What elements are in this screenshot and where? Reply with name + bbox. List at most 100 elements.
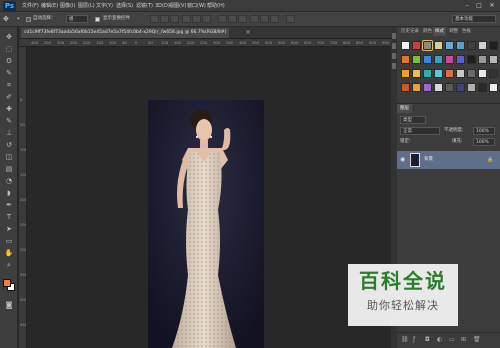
close-document-icon[interactable]: × <box>244 28 252 38</box>
distribute-left-button[interactable] <box>250 15 259 23</box>
style-swatch[interactable] <box>456 55 465 64</box>
swatch-panel-tab[interactable]: 色板 <box>460 27 473 36</box>
group-icon[interactable]: ▭ <box>449 336 455 343</box>
dodge-tool-icon[interactable]: ◗ <box>3 189 15 198</box>
shape-tool-icon[interactable]: ▭ <box>3 237 15 246</box>
style-swatch[interactable] <box>401 69 410 78</box>
adjustment-icon[interactable]: ◐ <box>437 336 442 343</box>
style-swatch[interactable] <box>412 41 421 50</box>
quick-mask-icon[interactable]: ◙ <box>3 301 15 310</box>
gradient-tool-icon[interactable]: ▤ <box>3 165 15 174</box>
auto-select-checkbox[interactable] <box>26 17 31 22</box>
move-tool-icon[interactable]: ✥ <box>3 33 15 42</box>
style-swatch[interactable] <box>434 41 443 50</box>
close-window-button[interactable]: ✕ <box>487 1 497 10</box>
style-swatch[interactable] <box>445 41 454 50</box>
blur-tool-icon[interactable]: ◔ <box>3 177 15 186</box>
lasso-tool-icon[interactable]: ʘ <box>3 57 15 66</box>
crop-tool-icon[interactable]: ⌗ <box>3 81 15 90</box>
align-vcenter-button[interactable] <box>160 15 169 23</box>
menu-item[interactable]: 选择(S) <box>116 1 133 11</box>
brush-tool-icon[interactable]: ✎ <box>3 117 15 126</box>
swatch-panel-tab[interactable]: 历史记录 <box>399 27 421 36</box>
menu-item[interactable]: 帮助(H) <box>207 1 225 11</box>
menu-item[interactable]: 文件(F) <box>22 1 39 11</box>
opacity-field[interactable]: 100% <box>473 127 495 135</box>
distribute-bottom-button[interactable] <box>238 15 247 23</box>
brush-icon[interactable] <box>392 53 396 59</box>
history-icon[interactable] <box>392 33 396 39</box>
style-swatch[interactable] <box>489 41 498 50</box>
style-swatch[interactable] <box>478 69 487 78</box>
menu-item[interactable]: 视图(V) <box>169 1 186 11</box>
style-swatch[interactable] <box>423 55 432 64</box>
style-swatch[interactable] <box>434 83 443 92</box>
workspace-dropdown[interactable]: 基本功能 <box>452 15 496 23</box>
fx-icon[interactable]: ƒ <box>413 336 415 343</box>
auto-select-dropdown[interactable]: 组 <box>66 15 88 23</box>
layer-kind-filter[interactable]: 类型 <box>400 116 426 124</box>
swatch-panel-tab[interactable]: 调整 <box>447 27 460 36</box>
auto-align-layers-button[interactable] <box>286 15 295 23</box>
style-swatch[interactable] <box>478 83 487 92</box>
style-swatch[interactable] <box>467 83 476 92</box>
hand-tool-icon[interactable]: ✋ <box>3 249 15 258</box>
layer-row[interactable]: ◉ 背景 🔒 <box>397 151 500 169</box>
style-swatch[interactable] <box>478 41 487 50</box>
style-swatch[interactable] <box>478 55 487 64</box>
tool-preset-dropdown-icon[interactable]: ▾ <box>17 14 20 24</box>
style-swatch[interactable] <box>489 69 498 78</box>
move-tool-icon[interactable]: ✥ <box>3 15 13 24</box>
align-left-button[interactable] <box>182 15 191 23</box>
minimize-button[interactable]: – <box>462 1 472 10</box>
eraser-tool-icon[interactable]: ◫ <box>3 153 15 162</box>
style-swatch[interactable] <box>445 69 454 78</box>
menu-item[interactable]: 3D(D) <box>155 1 170 11</box>
menu-item[interactable]: 窗口(W) <box>187 1 206 11</box>
new-layer-icon[interactable]: ⊞ <box>461 336 466 343</box>
maximize-button[interactable]: □ <box>474 1 484 10</box>
mask-icon[interactable]: ◘ <box>425 336 430 343</box>
menu-item[interactable]: 文字(Y) <box>96 1 113 11</box>
quick-select-tool-icon[interactable]: ✎ <box>3 69 15 78</box>
align-bottom-button[interactable] <box>170 15 179 23</box>
style-swatch[interactable] <box>456 41 465 50</box>
style-swatch[interactable] <box>401 55 410 64</box>
blend-mode-dropdown[interactable]: 正常 <box>400 127 440 135</box>
style-swatch[interactable] <box>456 69 465 78</box>
layer-name[interactable]: 背景 <box>424 151 433 169</box>
eye-icon[interactable]: ◉ <box>400 151 405 169</box>
style-swatch[interactable] <box>423 83 432 92</box>
zoom-tool-icon[interactable]: ⌕ <box>3 261 15 270</box>
fill-field[interactable]: 100% <box>473 138 495 146</box>
style-swatch[interactable] <box>412 55 421 64</box>
eyedropper-tool-icon[interactable]: ✐ <box>3 93 15 102</box>
align-top-button[interactable] <box>150 15 159 23</box>
info-icon[interactable] <box>392 63 396 69</box>
style-swatch[interactable] <box>412 83 421 92</box>
style-swatch[interactable] <box>489 83 498 92</box>
style-swatch[interactable] <box>445 83 454 92</box>
style-swatch[interactable] <box>467 55 476 64</box>
style-swatch[interactable] <box>434 69 443 78</box>
type-tool-icon[interactable]: T <box>3 213 15 222</box>
style-swatch[interactable] <box>467 69 476 78</box>
pen-tool-icon[interactable]: ✒ <box>3 201 15 210</box>
distribute-top-button[interactable] <box>218 15 227 23</box>
style-swatch[interactable] <box>423 69 432 78</box>
swatch-panel-tab[interactable]: 样式 <box>433 27 446 36</box>
style-swatch[interactable] <box>467 41 476 50</box>
style-swatch[interactable] <box>456 83 465 92</box>
style-swatch[interactable] <box>401 83 410 92</box>
show-transform-checkbox[interactable] <box>95 17 100 22</box>
style-swatch[interactable] <box>422 40 433 51</box>
color-icon[interactable] <box>392 43 396 49</box>
marquee-tool-icon[interactable]: ⬚ <box>3 45 15 54</box>
style-swatch[interactable] <box>489 55 498 64</box>
menu-item[interactable]: 图像(I) <box>60 1 75 11</box>
distribute-right-button[interactable] <box>270 15 279 23</box>
link-layers-icon[interactable]: ⛓ <box>401 336 409 343</box>
menu-item[interactable]: 滤镜(T) <box>136 1 153 11</box>
path-select-tool-icon[interactable]: ➤ <box>3 225 15 234</box>
clone-stamp-tool-icon[interactable]: ⊥ <box>3 129 15 138</box>
